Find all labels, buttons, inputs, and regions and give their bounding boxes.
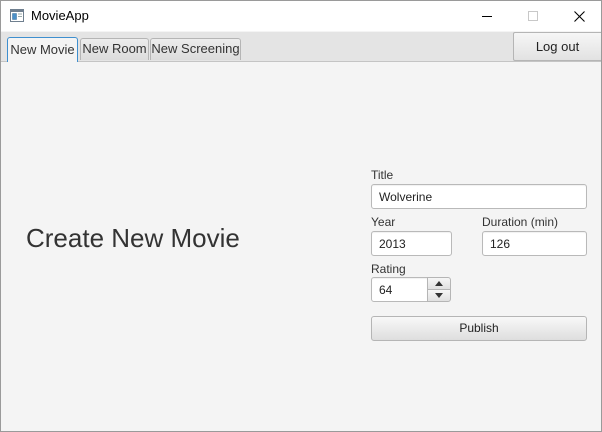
close-button[interactable] [556,1,601,31]
app-window: MovieApp New Movie New Room New Screenin… [0,0,602,432]
tab-new-movie[interactable]: New Movie [7,37,78,62]
maximize-button[interactable] [510,1,556,31]
rating-decrement-button[interactable] [427,289,451,302]
publish-button[interactable]: Publish [371,316,587,341]
year-input[interactable] [371,231,452,256]
tab-bar: New Movie New Room New Screening Log out [1,32,601,62]
year-label: Year [371,215,396,229]
rating-input[interactable] [371,277,428,302]
rating-label: Rating [371,262,406,276]
new-movie-panel: Create New Movie Title Year Duration (mi… [1,62,601,431]
duration-input[interactable] [482,231,587,256]
app-window-icon [10,9,24,22]
title-label: Title [371,168,394,182]
close-icon [573,10,585,22]
tab-new-room[interactable]: New Room [80,38,149,60]
minimize-icon [482,16,492,17]
title-bar: MovieApp [1,1,601,31]
title-input[interactable] [371,184,587,209]
page-title: Create New Movie [26,223,240,253]
logout-button[interactable]: Log out [513,32,601,61]
tab-new-screening[interactable]: New Screening [150,38,241,60]
maximize-icon [528,11,538,21]
window-title: MovieApp [31,8,89,23]
chevron-down-icon [435,293,443,298]
duration-label: Duration (min) [482,215,559,229]
rating-spinner [371,277,451,302]
minimize-button[interactable] [464,1,510,31]
chevron-up-icon [435,281,443,286]
